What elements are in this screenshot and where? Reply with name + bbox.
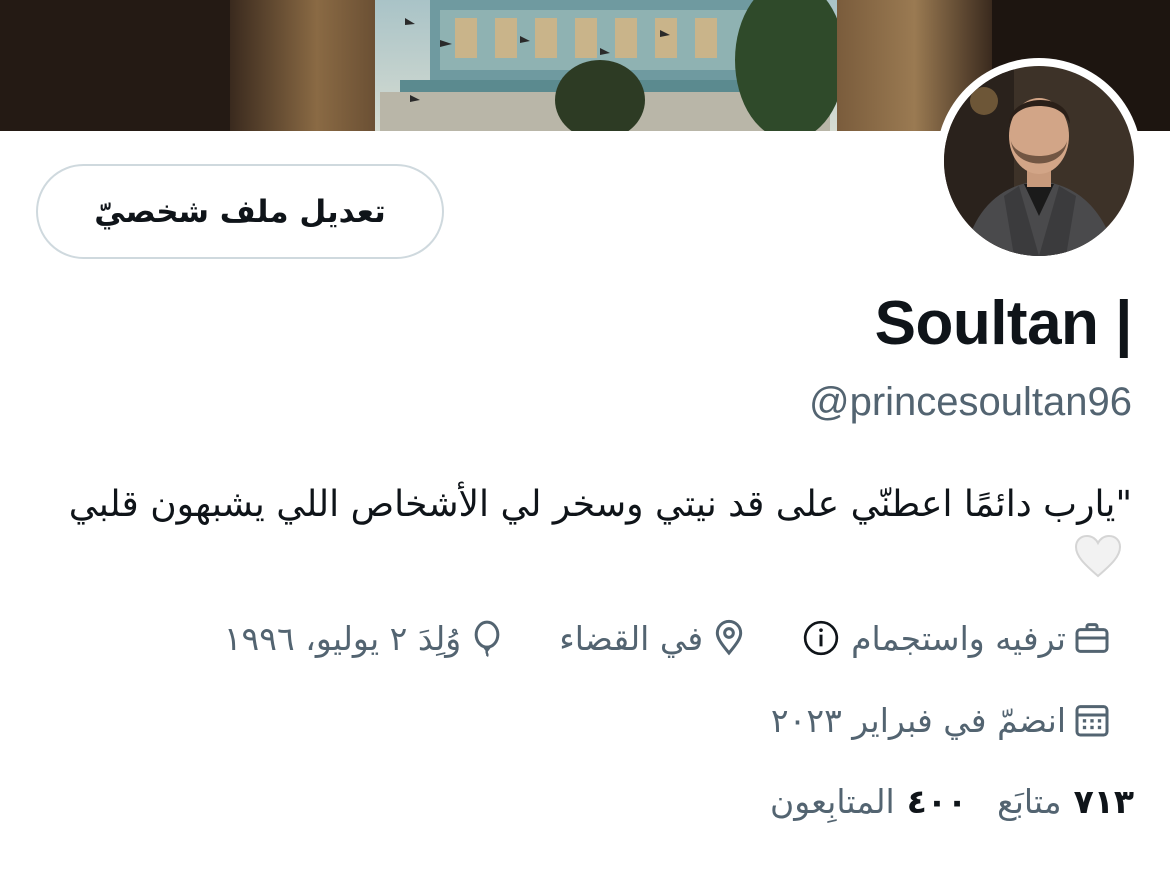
info-icon[interactable] xyxy=(801,618,841,658)
birthday-text: وُلِدَ ٢ يوليو، ١٩٩٦ xyxy=(223,618,462,658)
briefcase-icon xyxy=(1075,623,1109,653)
followers-label: المتابِعون xyxy=(769,782,895,821)
location-text: في القضاء xyxy=(559,618,704,658)
category-item: ترفيه واستجمام xyxy=(801,618,1112,658)
username-handle: @princesoultan96 xyxy=(808,380,1132,424)
bio-text: "يارب دائمًا اعطنّي على قد نيتي وسخر لي … xyxy=(68,484,1132,525)
joined-text: انضمّ في فبراير ٢٠٢٣ xyxy=(770,700,1066,740)
balloon-icon xyxy=(474,620,500,657)
avatar-photo xyxy=(944,66,1134,256)
following-count: ٧١٣ xyxy=(1073,782,1134,821)
follow-stats: ٧١٣ متابَع ٤٠٠ المتابِعون xyxy=(770,782,1134,821)
calendar-icon xyxy=(1075,705,1109,737)
following-label: متابَع xyxy=(997,782,1062,821)
following-link[interactable]: ٧١٣ متابَع xyxy=(997,782,1134,821)
location-item: في القضاء xyxy=(559,618,749,658)
joined-item: انضمّ في فبراير ٢٠٢٣ xyxy=(771,700,1112,740)
profile-avatar[interactable] xyxy=(936,58,1142,264)
profile-meta-row: ترفيه واستجمام في القضاء وُلِدَ ٢ يوليو،… xyxy=(224,618,1112,658)
display-name: Soultan | xyxy=(874,289,1133,358)
location-pin-icon xyxy=(715,619,743,656)
profile-meta-row-joined: انضمّ في فبراير ٢٠٢٣ xyxy=(771,700,1112,740)
category-text: ترفيه واستجمام xyxy=(851,618,1066,658)
edit-profile-button[interactable]: تعديل ملف شخصيّ xyxy=(36,164,444,259)
followers-link[interactable]: ٤٠٠ المتابِعون xyxy=(770,782,967,821)
white-heart-icon xyxy=(1074,534,1122,596)
followers-count: ٤٠٠ xyxy=(906,782,968,821)
profile-bio: "يارب دائمًا اعطنّي على قد نيتي وسخر لي … xyxy=(42,476,1132,596)
birthday-item: وُلِدَ ٢ يوليو، ١٩٩٦ xyxy=(224,618,507,658)
